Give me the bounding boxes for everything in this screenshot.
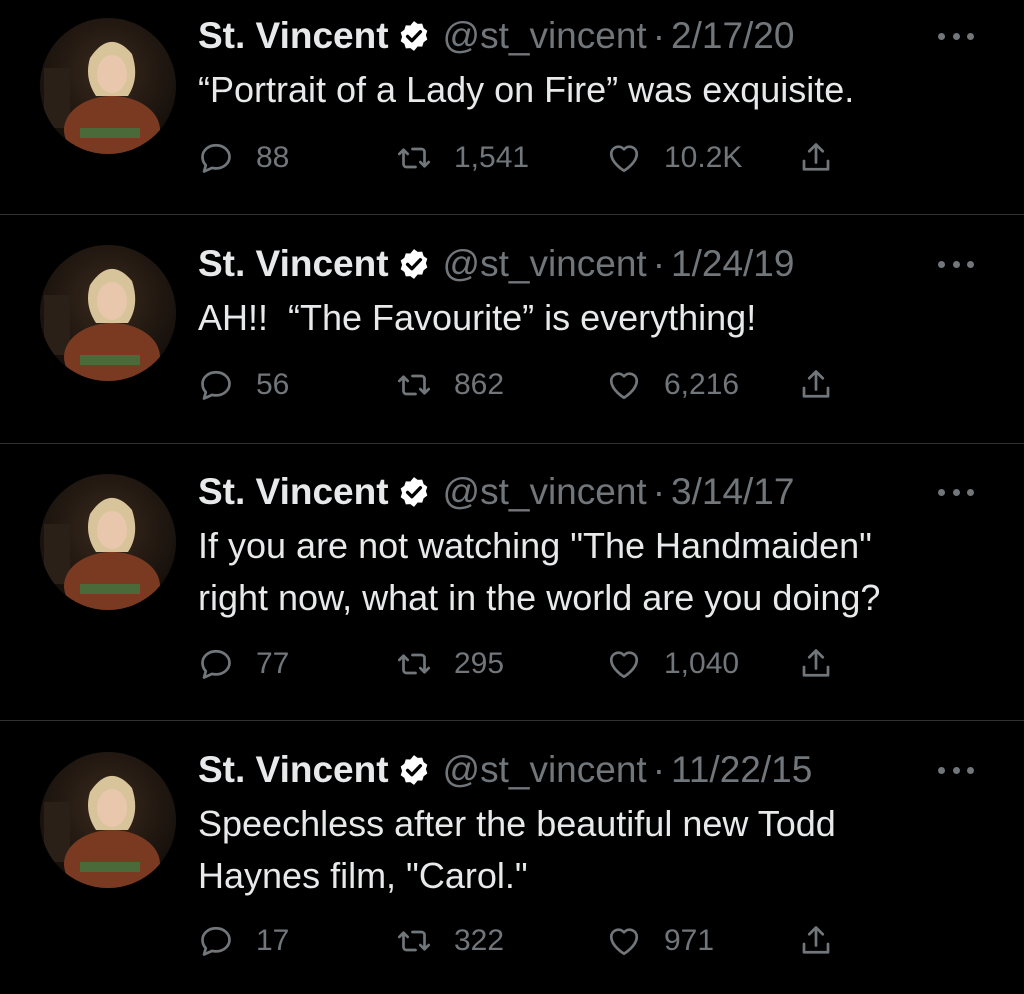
user-handle[interactable]: @st_vincent <box>443 470 647 514</box>
share-button[interactable] <box>798 642 834 686</box>
like-button[interactable]: 971 <box>606 919 714 963</box>
tweet-actions: 56 862 6,216 <box>198 363 878 407</box>
tweet-date[interactable]: 2/17/20 <box>671 14 794 58</box>
tweet-timeline: St. Vincent @st_vincent · 2/17/20 “Portr… <box>0 0 1024 994</box>
like-button[interactable]: 10.2K <box>606 136 742 180</box>
share-icon <box>802 370 830 398</box>
reply-icon <box>201 649 231 679</box>
tweet-text: Speechless after the beautiful new Todd … <box>198 803 836 896</box>
share-button[interactable] <box>798 136 834 180</box>
display-name[interactable]: St. Vincent <box>198 14 389 58</box>
share-button[interactable] <box>798 919 834 963</box>
more-options-icon[interactable] <box>938 254 974 274</box>
like-count: 6,216 <box>664 368 740 401</box>
like-count: 10.2K <box>664 141 743 174</box>
user-handle[interactable]: @st_vincent <box>443 748 647 792</box>
user-handle[interactable]: @st_vincent <box>443 242 647 286</box>
heart-icon <box>609 651 639 679</box>
tweet-card[interactable]: St. Vincent @st_vincent · 2/17/20 “Portr… <box>0 0 1024 214</box>
reply-icon <box>201 926 231 956</box>
tweet-card[interactable]: St. Vincent @st_vincent · 1/24/19 AH!! “… <box>0 215 1024 443</box>
avatar[interactable] <box>40 752 176 888</box>
display-name[interactable]: St. Vincent <box>198 748 389 792</box>
retweet-count: 295 <box>454 647 505 680</box>
reply-count: 56 <box>256 368 290 401</box>
tweet-text: AH!! “The Favourite” is everything! <box>198 297 757 338</box>
user-handle[interactable]: @st_vincent <box>443 14 647 58</box>
tweet-date[interactable]: 3/14/17 <box>671 470 794 514</box>
retweet-count: 1,541 <box>454 141 530 174</box>
verified-badge-icon <box>397 475 431 509</box>
more-options-icon[interactable] <box>938 760 974 780</box>
heart-icon <box>609 372 639 400</box>
reply-count: 88 <box>256 141 290 174</box>
verified-badge-icon <box>397 247 431 281</box>
reply-button[interactable]: 56 <box>198 363 289 407</box>
separator-dot: · <box>652 471 666 512</box>
tweet-date[interactable]: 11/22/15 <box>671 748 812 792</box>
like-count: 1,040 <box>664 647 740 680</box>
avatar[interactable] <box>40 245 176 381</box>
reply-icon <box>201 370 231 400</box>
tweet-actions: 88 1,541 10.2K <box>198 136 878 180</box>
reply-icon <box>201 143 231 173</box>
reply-button[interactable]: 77 <box>198 642 289 686</box>
retweet-icon <box>397 374 431 396</box>
retweet-icon <box>397 653 431 675</box>
retweet-icon <box>397 147 431 169</box>
retweet-button[interactable]: 862 <box>396 363 504 407</box>
tweet-header: St. Vincent @st_vincent · 3/14/17 <box>198 470 794 514</box>
retweet-count: 862 <box>454 368 505 401</box>
retweet-button[interactable]: 295 <box>396 642 504 686</box>
separator-dot: · <box>652 749 666 790</box>
avatar[interactable] <box>40 474 176 610</box>
retweet-count: 322 <box>454 924 505 957</box>
retweet-button[interactable]: 1,541 <box>396 136 529 180</box>
retweet-button[interactable]: 322 <box>396 919 504 963</box>
avatar[interactable] <box>40 18 176 154</box>
tweet-card[interactable]: St. Vincent @st_vincent · 3/14/17 If you… <box>0 444 1024 720</box>
tweet-header: St. Vincent @st_vincent · 2/17/20 <box>198 14 794 58</box>
reply-button[interactable]: 17 <box>198 919 289 963</box>
more-options-icon[interactable] <box>938 482 974 502</box>
display-name[interactable]: St. Vincent <box>198 470 389 514</box>
share-icon <box>802 926 830 954</box>
display-name[interactable]: St. Vincent <box>198 242 389 286</box>
share-icon <box>802 649 830 677</box>
tweet-actions: 17 322 971 <box>198 919 878 963</box>
share-icon <box>802 143 830 171</box>
heart-icon <box>609 928 639 956</box>
reply-count: 17 <box>256 924 290 957</box>
like-button[interactable]: 1,040 <box>606 642 739 686</box>
share-button[interactable] <box>798 363 834 407</box>
like-button[interactable]: 6,216 <box>606 363 739 407</box>
separator-dot: · <box>652 243 666 284</box>
tweet-card[interactable]: St. Vincent @st_vincent · 11/22/15 Speec… <box>0 721 1024 994</box>
reply-button[interactable]: 88 <box>198 136 289 180</box>
tweet-text: If you are not watching "The Handmaiden"… <box>198 525 881 618</box>
like-count: 971 <box>664 924 715 957</box>
tweet-date[interactable]: 1/24/19 <box>671 242 794 286</box>
tweet-actions: 77 295 1,040 <box>198 642 878 686</box>
tweet-header: St. Vincent @st_vincent · 11/22/15 <box>198 748 812 792</box>
tweet-header: St. Vincent @st_vincent · 1/24/19 <box>198 242 794 286</box>
verified-badge-icon <box>397 19 431 53</box>
heart-icon <box>609 145 639 173</box>
more-options-icon[interactable] <box>938 26 974 46</box>
reply-count: 77 <box>256 647 290 680</box>
verified-badge-icon <box>397 753 431 787</box>
tweet-text: “Portrait of a Lady on Fire” was exquisi… <box>198 69 855 110</box>
separator-dot: · <box>652 15 666 56</box>
retweet-icon <box>397 930 431 952</box>
